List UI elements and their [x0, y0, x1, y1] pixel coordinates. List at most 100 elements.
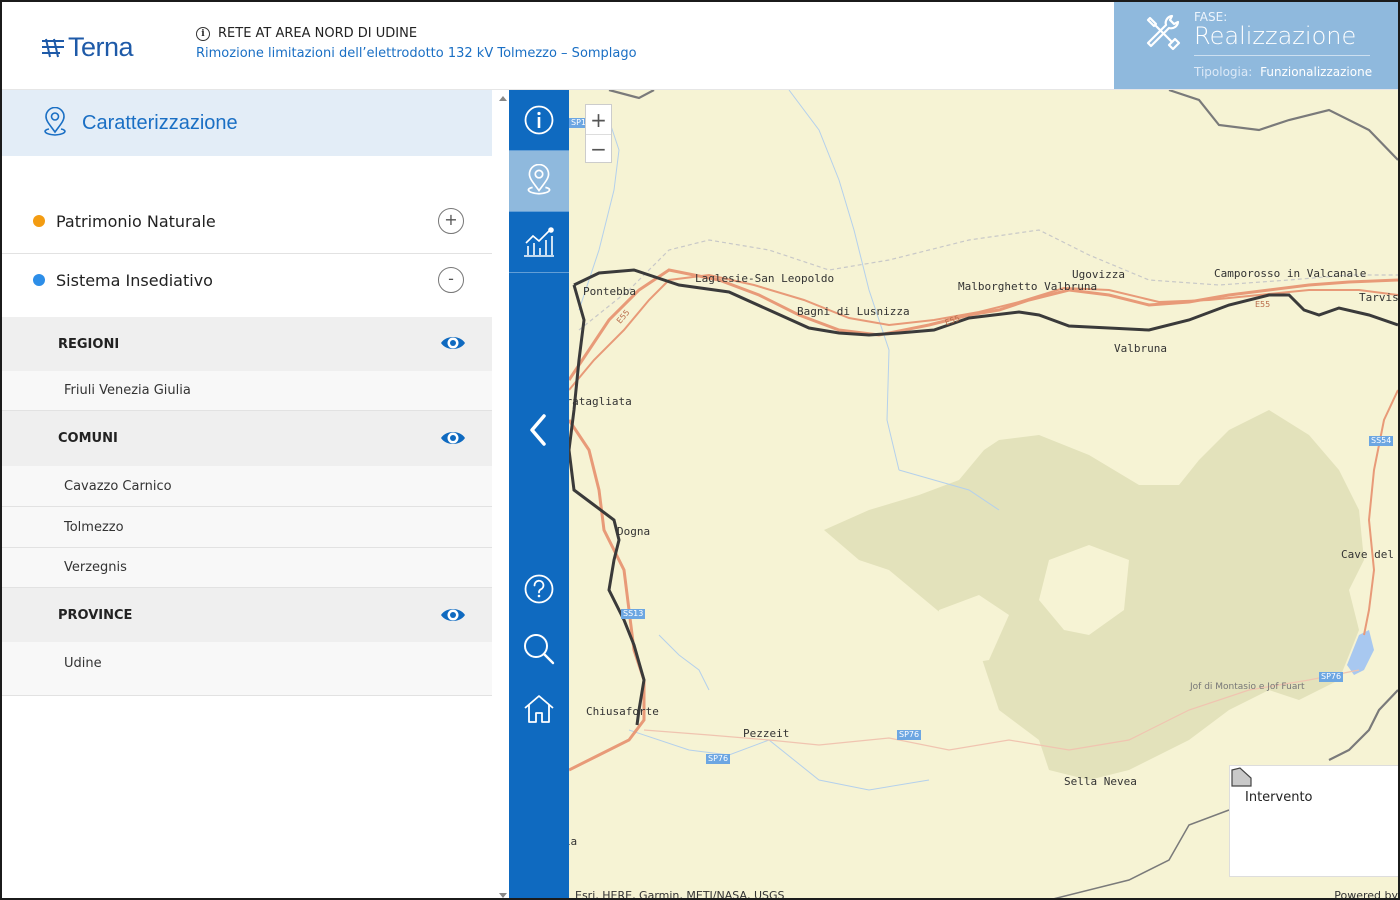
eye-icon[interactable]: [439, 605, 467, 625]
category-regioni[interactable]: REGIONI: [2, 317, 492, 371]
project-title[interactable]: Rimozione limitazioni dell’elettrodotto …: [196, 46, 637, 61]
place-label: Laglesie-San Leopoldo: [695, 272, 835, 285]
home-button[interactable]: [509, 679, 569, 739]
place-label: Bagni di Lusnizza: [797, 305, 910, 318]
border-line: [1053, 809, 1230, 898]
home-icon: [524, 695, 554, 723]
location-pin-icon: [44, 107, 66, 136]
group-label: Sistema Insediativo: [56, 270, 213, 290]
road-shield: SP76: [1319, 672, 1344, 682]
eye-icon[interactable]: [439, 428, 467, 448]
list-item-label: Verzegnis: [64, 560, 127, 575]
expand-button[interactable]: +: [438, 208, 464, 234]
project-info: i RETE AT AREA NORD DI UDINE Rimozione l…: [196, 26, 637, 61]
road-shield: E55: [1255, 300, 1271, 309]
list-item[interactable]: Cavazzo Carnico: [2, 466, 492, 507]
header: Terna i RETE AT AREA NORD DI UDINE Rimoz…: [2, 2, 1398, 90]
group-label: Patrimonio Naturale: [56, 211, 216, 231]
road-shield: SS13: [621, 609, 646, 619]
border-line: [608, 90, 1398, 161]
search-icon: [524, 634, 555, 665]
zoom-in-button[interactable]: +: [586, 105, 611, 134]
group-dot: [33, 274, 45, 286]
list-item-label: Friuli Venezia Giulia: [64, 383, 191, 398]
phase-divider: [1194, 55, 1370, 56]
collapse-button[interactable]: -: [438, 267, 464, 293]
map-view[interactable]: Pontebba Laglesie-San Leopoldo Bagni di …: [569, 90, 1398, 900]
side-panel: Caratterizzazione Patrimonio Naturale + …: [2, 90, 492, 898]
place-label: Tarvisi: [1359, 291, 1398, 304]
area-label: RETE AT AREA NORD DI UDINE: [218, 26, 418, 41]
help-button[interactable]: [509, 559, 569, 619]
list-item[interactable]: Udine: [2, 642, 492, 696]
characterization-button[interactable]: [509, 151, 569, 211]
toolbar-divider: [509, 272, 569, 273]
type-value: Funzionalizzazione: [1260, 65, 1373, 79]
powered-by[interactable]: Powered by: [1334, 889, 1398, 898]
place-label: Pezzeit: [743, 727, 790, 740]
search-button[interactable]: [509, 619, 569, 679]
border-line: [1328, 689, 1398, 761]
info-button[interactable]: [509, 90, 569, 150]
list-item[interactable]: Tolmezzo: [2, 507, 492, 548]
place-label: Sella Nevea: [1064, 775, 1137, 788]
chart-icon: [524, 227, 554, 257]
phase-value: Realizzazione: [1194, 22, 1357, 50]
terna-logo[interactable]: Terna: [40, 32, 134, 63]
place-label: Chiusaforte: [586, 705, 659, 718]
list-item-label: Udine: [64, 656, 102, 671]
list-item-label: Tolmezzo: [64, 520, 124, 535]
road-shield: SP76: [897, 730, 922, 740]
tools-icon: [1146, 14, 1181, 51]
scroll-down-arrow[interactable]: [499, 893, 507, 898]
eye-icon[interactable]: [439, 333, 467, 353]
place-label: Valbruna: [1114, 342, 1167, 355]
map-legend: Intervento: [1229, 765, 1398, 877]
group-dot: [33, 215, 45, 227]
category-label: REGIONI: [58, 337, 120, 352]
panel-title: Caratterizzazione: [82, 111, 238, 134]
legend-title: Intervento: [1245, 790, 1313, 805]
zoom-out-button[interactable]: −: [586, 134, 611, 163]
panel-header: Caratterizzazione: [2, 90, 492, 156]
place-label: Ugovizza: [1072, 268, 1125, 281]
logo-text: Terna: [68, 32, 134, 62]
help-icon: [524, 574, 554, 604]
scroll-up-arrow[interactable]: [499, 96, 507, 101]
place-label: Resia: [569, 835, 578, 848]
place-label: Pontebba: [583, 285, 636, 298]
place-label: Pietratagliata: [569, 395, 632, 408]
place-label: Malborghetto Valbruna: [958, 280, 1098, 293]
list-item-label: Cavazzo Carnico: [64, 479, 172, 494]
road-ss54: [1363, 389, 1398, 636]
list-item[interactable]: Verzegnis: [2, 548, 492, 588]
app-window: Terna i RETE AT AREA NORD DI UDINE Rimoz…: [0, 0, 1400, 900]
zoom-control: + −: [585, 104, 612, 163]
chevron-left-icon: [530, 414, 546, 446]
info-icon[interactable]: i: [196, 26, 210, 41]
place-label: Cave del P: [1341, 548, 1398, 561]
type-row: Tipologia: Funzionalizzazione: [1194, 65, 1372, 79]
collapse-panel-button[interactable]: [509, 400, 569, 460]
power-line: [569, 284, 646, 726]
list-item[interactable]: Friuli Venezia Giulia: [2, 371, 492, 411]
category-comuni[interactable]: COMUNI: [2, 411, 492, 466]
location-pin-icon: [527, 164, 551, 195]
chart-button[interactable]: [509, 212, 569, 272]
river: [788, 90, 1000, 511]
category-label: PROVINCE: [58, 608, 133, 623]
type-label: Tipologia:: [1194, 65, 1253, 79]
terna-logo-icon: [42, 38, 64, 57]
group-sistema-insediativo[interactable]: Sistema Insediativo -: [2, 250, 492, 310]
info-icon: [524, 105, 554, 135]
road-shield: SP76: [706, 754, 731, 764]
place-label: Camporosso in Valcanale: [1214, 267, 1367, 280]
polygon-symbol-icon: [1231, 767, 1252, 787]
category-label: COMUNI: [58, 431, 118, 446]
group-patrimonio-naturale[interactable]: Patrimonio Naturale +: [2, 191, 492, 251]
category-province[interactable]: PROVINCE: [2, 588, 492, 642]
map-attribution: Esri, HERE, Garmin, METI/NASA, USGS: [575, 889, 785, 900]
panel-scrollbar[interactable]: [495, 90, 509, 898]
map-toolbar: [509, 90, 569, 898]
river: [628, 634, 930, 791]
